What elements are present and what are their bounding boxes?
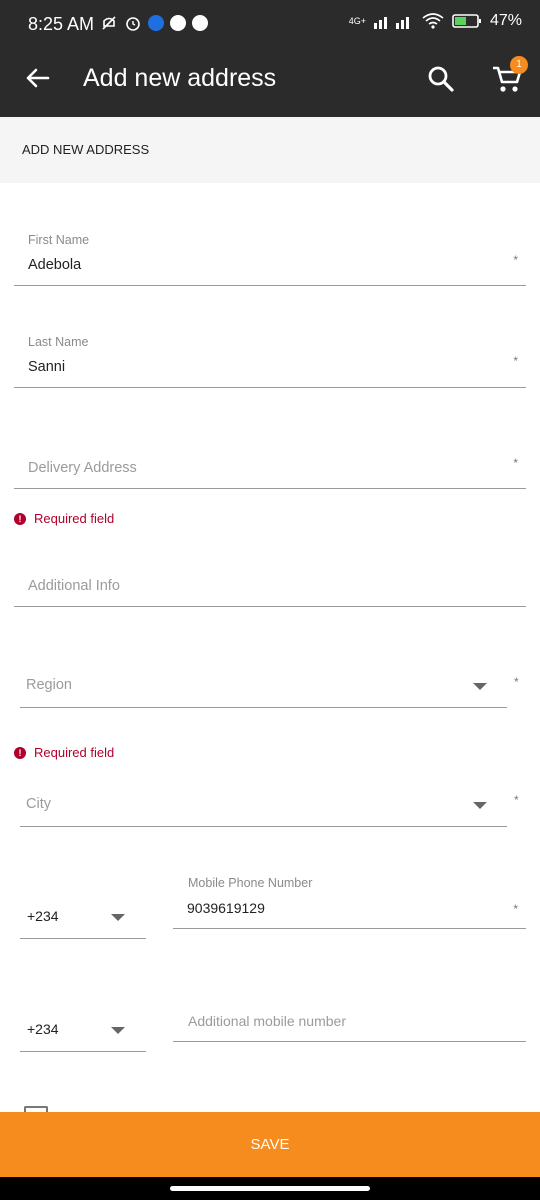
- field-underline: [14, 488, 526, 489]
- phone-app-icon: [148, 15, 164, 31]
- field-underline: [14, 285, 526, 286]
- first-name-value: Adebola: [28, 257, 82, 273]
- additional-country-code-select[interactable]: +234: [20, 1009, 146, 1053]
- section-header: ADD NEW ADDRESS: [0, 117, 540, 183]
- chevron-down-icon: [473, 683, 487, 690]
- settings-app-icon: [192, 15, 208, 31]
- status-notification-icons: [100, 14, 208, 32]
- error-icon: !: [14, 746, 26, 759]
- home-gesture-pill[interactable]: [170, 1186, 370, 1191]
- required-mark: *: [513, 354, 518, 368]
- back-arrow-icon[interactable]: [20, 60, 56, 96]
- mobile-phone-field[interactable]: Mobile Phone Number 9039619129 *: [173, 870, 526, 930]
- additional-country-code-value: +234: [27, 1021, 59, 1037]
- delivery-address-error: ! Required field: [14, 511, 114, 526]
- chevron-down-icon: [111, 914, 125, 921]
- save-label: SAVE: [250, 1136, 290, 1153]
- additional-mobile-field[interactable]: Additional mobile number: [173, 1000, 526, 1044]
- last-name-label: Last Name: [28, 335, 89, 349]
- field-underline: [20, 826, 507, 827]
- required-mark: *: [513, 902, 518, 916]
- additional-info-field[interactable]: Additional Info: [14, 565, 526, 609]
- region-placeholder: Region: [26, 677, 72, 693]
- first-name-label: First Name: [28, 233, 90, 247]
- signal-icon: [373, 17, 409, 29]
- status-time: 8:25 AM: [28, 14, 95, 34]
- chevron-down-icon: [111, 1027, 125, 1034]
- cart-count-badge: 1: [510, 56, 528, 74]
- battery-percent: 47%: [489, 12, 522, 29]
- network-label: 4G+: [348, 16, 366, 26]
- region-required-mark: *: [514, 675, 519, 689]
- delivery-address-field[interactable]: Delivery Address *: [14, 440, 526, 490]
- field-underline: [173, 928, 526, 929]
- country-code-value: +234: [27, 908, 59, 924]
- section-title: ADD NEW ADDRESS: [22, 142, 150, 157]
- city-required-mark: *: [514, 793, 519, 807]
- last-name-value: Sanni: [28, 359, 66, 375]
- field-underline: [173, 1041, 526, 1042]
- save-button[interactable]: SAVE: [0, 1112, 540, 1177]
- status-system-icons: 4G+ 47%: [349, 12, 522, 30]
- additional-info-placeholder: Additional Info: [28, 578, 120, 594]
- wifi-icon: [422, 13, 444, 29]
- alarm-icon: [126, 17, 140, 31]
- mobile-phone-label: Mobile Phone Number: [188, 876, 313, 890]
- field-underline: [14, 387, 526, 388]
- status-bar: 8:25 AM 4G+ 47%: [0, 0, 540, 40]
- error-icon: !: [14, 512, 26, 525]
- field-underline: [14, 606, 526, 607]
- battery-icon: [452, 14, 481, 28]
- city-placeholder: City: [26, 796, 51, 812]
- field-underline: [20, 707, 507, 708]
- search-icon[interactable]: [424, 62, 458, 96]
- chevron-down-icon: [473, 802, 487, 809]
- mobile-phone-value: 9039619129: [187, 900, 265, 916]
- app-bar: Add new address: [0, 40, 540, 117]
- page-title: Add new address: [83, 64, 277, 92]
- city-select[interactable]: City: [20, 784, 507, 828]
- region-select[interactable]: Region: [20, 665, 507, 709]
- mute-icon: [102, 16, 116, 30]
- country-code-select[interactable]: +234: [20, 896, 146, 940]
- additional-mobile-placeholder: Additional mobile number: [188, 1013, 346, 1029]
- system-navigation-bar: [0, 1177, 540, 1200]
- required-mark: *: [513, 253, 518, 267]
- error-text: Required field: [34, 511, 115, 526]
- delivery-address-placeholder: Delivery Address: [28, 460, 137, 476]
- field-underline: [20, 1051, 146, 1052]
- required-mark: *: [513, 456, 518, 470]
- last-name-field[interactable]: Last Name Sanni *: [14, 326, 526, 388]
- play-store-icon: [170, 15, 186, 31]
- error-text: Required field: [34, 745, 115, 760]
- first-name-field[interactable]: First Name Adebola *: [14, 225, 526, 287]
- region-error: ! Required field: [14, 745, 114, 760]
- field-underline: [20, 938, 146, 939]
